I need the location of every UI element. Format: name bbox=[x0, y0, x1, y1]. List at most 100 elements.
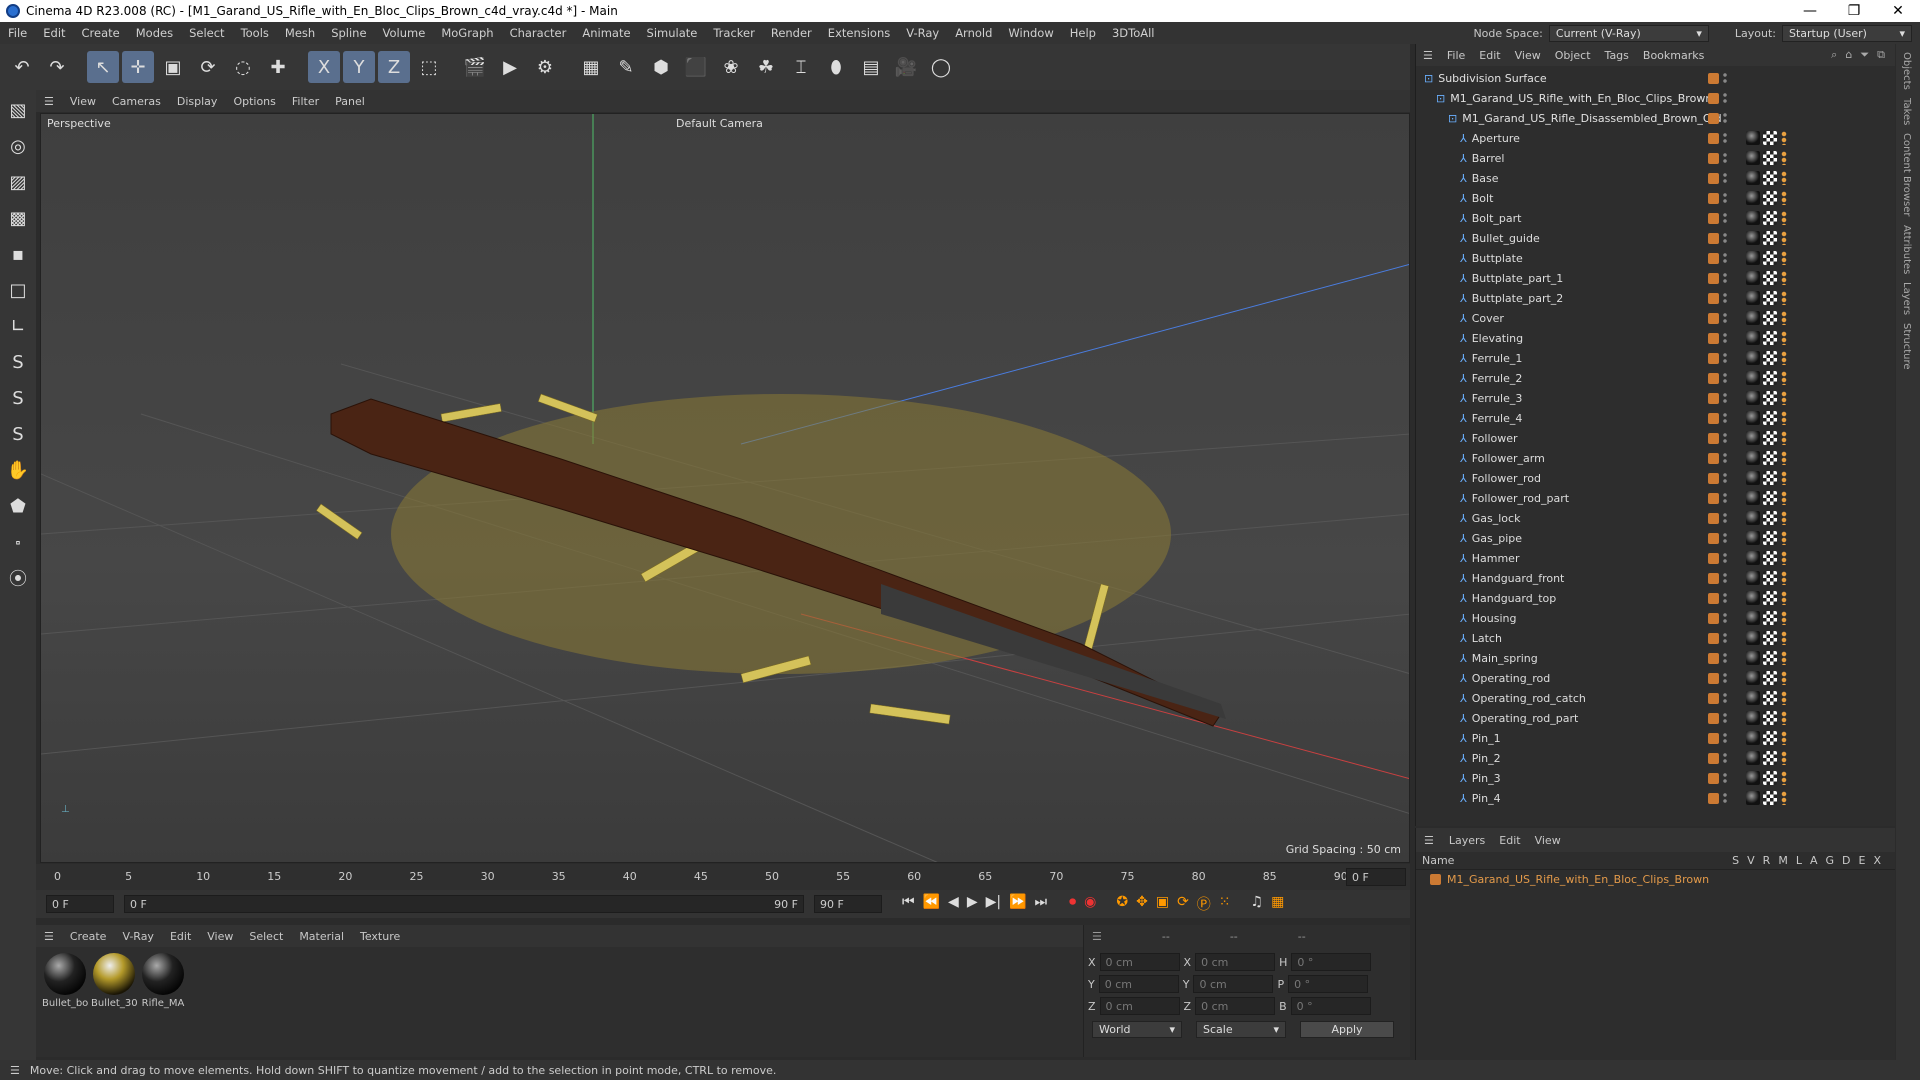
layer-color-icon[interactable] bbox=[1708, 432, 1719, 444]
layer-color-icon[interactable] bbox=[1708, 252, 1719, 264]
object-row[interactable]: ⅄ Pin_1 bbox=[1416, 728, 1895, 748]
coords-a-field[interactable]: 0 cm bbox=[1099, 953, 1180, 971]
key-position-icon[interactable]: ✥ bbox=[1136, 894, 1148, 914]
layer-color-swatch[interactable] bbox=[1430, 873, 1441, 885]
object-toggles[interactable] bbox=[1708, 232, 1727, 244]
selection-tag-icon[interactable] bbox=[1780, 251, 1788, 265]
visibility-dots-icon[interactable] bbox=[1723, 172, 1727, 184]
coords-a-field[interactable]: 0 cm bbox=[1098, 975, 1179, 993]
object-toggles[interactable] bbox=[1708, 332, 1727, 344]
key-rotation-icon[interactable]: ⟳ bbox=[1177, 894, 1189, 914]
object-name[interactable]: Housing bbox=[1472, 612, 1517, 625]
left-tool-13-icon[interactable]: ⦿ bbox=[2, 562, 34, 594]
selection-tag-icon[interactable] bbox=[1780, 631, 1788, 645]
panel-menu-icon[interactable]: ☰ bbox=[1416, 49, 1440, 62]
object-row[interactable]: ⅄ Elevating bbox=[1416, 328, 1895, 348]
object-toggles[interactable] bbox=[1708, 312, 1727, 324]
object-row[interactable]: ⅄ Cover bbox=[1416, 308, 1895, 328]
object-name[interactable]: Pin_2 bbox=[1472, 752, 1501, 765]
layer-color-icon[interactable] bbox=[1708, 512, 1719, 524]
coords-b-field[interactable]: 0 cm bbox=[1195, 953, 1276, 971]
uvw-tag-icon[interactable] bbox=[1763, 651, 1777, 665]
object-toggles[interactable] bbox=[1708, 532, 1727, 544]
visibility-dots-icon[interactable] bbox=[1723, 532, 1727, 544]
current-frame-field[interactable]: 0 F bbox=[1346, 868, 1406, 886]
visibility-dots-icon[interactable] bbox=[1723, 652, 1727, 664]
uvw-tag-icon[interactable] bbox=[1763, 471, 1777, 485]
uvw-tag-icon[interactable] bbox=[1763, 591, 1777, 605]
menu-spline[interactable]: Spline bbox=[323, 26, 374, 40]
menu-arnold[interactable]: Arnold bbox=[947, 26, 1000, 40]
layer-color-icon[interactable] bbox=[1708, 492, 1719, 504]
select-arrow-icon[interactable]: ↖ bbox=[87, 51, 119, 83]
material-tag-icon[interactable] bbox=[1746, 151, 1760, 165]
object-toggles[interactable] bbox=[1708, 432, 1727, 444]
selection-tag-icon[interactable] bbox=[1780, 751, 1788, 765]
material-swatch[interactable]: Bullet_bo bbox=[42, 953, 88, 1009]
material-tag-icon[interactable] bbox=[1746, 671, 1760, 685]
layer-color-icon[interactable] bbox=[1708, 152, 1719, 164]
layer-color-icon[interactable] bbox=[1708, 672, 1719, 684]
uvw-tag-icon[interactable] bbox=[1763, 131, 1777, 145]
visibility-dots-icon[interactable] bbox=[1723, 232, 1727, 244]
material-tag-icon[interactable] bbox=[1746, 411, 1760, 425]
selection-tag-icon[interactable] bbox=[1780, 431, 1788, 445]
uvw-tag-icon[interactable] bbox=[1763, 731, 1777, 745]
object-name[interactable]: Buttplate_part_1 bbox=[1472, 272, 1564, 285]
object-row[interactable]: ⅄ Follower bbox=[1416, 428, 1895, 448]
selection-tag-icon[interactable] bbox=[1780, 371, 1788, 385]
live-select-icon[interactable]: ◌ bbox=[227, 51, 259, 83]
material-tag-icon[interactable] bbox=[1746, 751, 1760, 765]
redo-icon[interactable]: ↷ bbox=[41, 51, 73, 83]
layer-column-v[interactable]: V bbox=[1747, 854, 1755, 867]
material-swatch[interactable]: Rifle_MA bbox=[140, 953, 186, 1009]
uvw-tag-icon[interactable] bbox=[1763, 311, 1777, 325]
cube-icon[interactable]: ▦ bbox=[575, 51, 607, 83]
undo-icon[interactable]: ↶ bbox=[6, 51, 38, 83]
object-toggles[interactable] bbox=[1708, 412, 1727, 424]
layer-column-l[interactable]: L bbox=[1796, 854, 1802, 867]
visibility-dots-icon[interactable] bbox=[1723, 712, 1727, 724]
object-row[interactable]: ⅄ Gas_pipe bbox=[1416, 528, 1895, 548]
visibility-dots-icon[interactable] bbox=[1723, 492, 1727, 504]
object-name[interactable]: Follower_arm bbox=[1472, 452, 1545, 465]
x-axis-icon[interactable]: X bbox=[308, 51, 340, 83]
uvw-tag-icon[interactable] bbox=[1763, 391, 1777, 405]
material-tag-icon[interactable] bbox=[1746, 631, 1760, 645]
record-icon[interactable]: ⏺ bbox=[1069, 894, 1076, 914]
deformer-icon[interactable]: ⌶ bbox=[785, 51, 817, 83]
layer-color-icon[interactable] bbox=[1708, 772, 1719, 784]
selection-tag-icon[interactable] bbox=[1780, 231, 1788, 245]
world-dropdown[interactable]: World ▾ bbox=[1092, 1021, 1182, 1038]
move-icon[interactable]: ✛ bbox=[122, 51, 154, 83]
selection-tag-icon[interactable] bbox=[1780, 531, 1788, 545]
layer-color-icon[interactable] bbox=[1708, 92, 1719, 104]
material-swatch[interactable]: Bullet_30 bbox=[91, 953, 137, 1009]
left-tool-12-icon[interactable]: ⬞ bbox=[2, 526, 34, 558]
visibility-dots-icon[interactable] bbox=[1723, 312, 1727, 324]
layer-color-icon[interactable] bbox=[1708, 392, 1719, 404]
material-tag-icon[interactable] bbox=[1746, 391, 1760, 405]
uvw-tag-icon[interactable] bbox=[1763, 551, 1777, 565]
object-row[interactable]: ⅄ Operating_rod_catch bbox=[1416, 688, 1895, 708]
object-row[interactable]: ⅄ Operating_rod bbox=[1416, 668, 1895, 688]
panel-menu-icon[interactable]: ☰ bbox=[1092, 930, 1102, 943]
viewport-menu-view[interactable]: View bbox=[62, 95, 104, 108]
visibility-dots-icon[interactable] bbox=[1723, 732, 1727, 744]
visibility-dots-icon[interactable] bbox=[1723, 592, 1727, 604]
object-toggles[interactable] bbox=[1708, 772, 1727, 784]
object-row[interactable]: ⅄ Bolt_part bbox=[1416, 208, 1895, 228]
render-view-icon[interactable]: 🎬 bbox=[459, 51, 491, 83]
object-toggles[interactable] bbox=[1708, 472, 1727, 484]
layer-color-icon[interactable] bbox=[1708, 232, 1719, 244]
filter-icon[interactable]: ⏷ bbox=[1860, 48, 1869, 62]
layer-color-icon[interactable] bbox=[1708, 272, 1719, 284]
object-name[interactable]: Bolt_part bbox=[1472, 212, 1522, 225]
visibility-dots-icon[interactable] bbox=[1723, 672, 1727, 684]
material-tag-icon[interactable] bbox=[1746, 511, 1760, 525]
z-axis-icon[interactable]: Z bbox=[378, 51, 410, 83]
visibility-dots-icon[interactable] bbox=[1723, 412, 1727, 424]
visibility-dots-icon[interactable] bbox=[1723, 252, 1727, 264]
visibility-dots-icon[interactable] bbox=[1723, 292, 1727, 304]
side-tab-content-browser[interactable]: Content Browser bbox=[1901, 133, 1912, 216]
